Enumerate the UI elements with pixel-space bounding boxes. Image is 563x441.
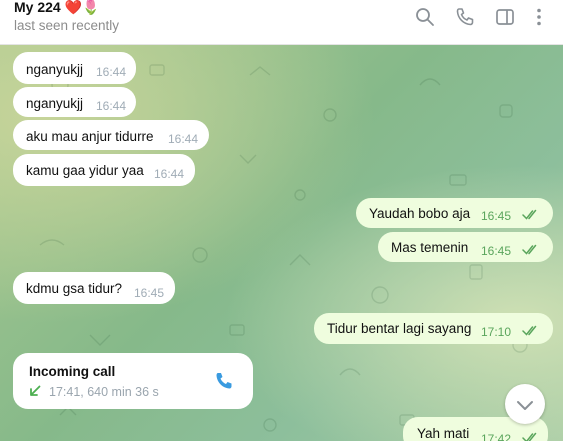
message-text: Yah mati: [417, 426, 470, 441]
message-text: nganyukjj: [26, 62, 84, 77]
incoming-call-card[interactable]: Incoming call 17:41, 640 min 36 s: [13, 353, 253, 409]
message-text: Yaudah bobo aja: [369, 206, 471, 221]
sidebar-toggle-icon[interactable]: [494, 6, 516, 28]
double-check-icon: [522, 244, 537, 255]
double-check-icon: [522, 209, 537, 220]
message-time: 16:44: [96, 65, 127, 79]
chat-header: My 224 ❤️🌷 last seen recently: [0, 0, 563, 45]
message-bubble-incoming[interactable]: kdmu gsa tidur? 16:45: [13, 272, 175, 304]
message-bubble-incoming[interactable]: kamu gaa yidur yaa 16:44: [13, 154, 195, 186]
message-text: nganyukjj: [26, 96, 84, 111]
scroll-to-bottom-button[interactable]: [505, 384, 545, 424]
message-time: 17:42: [481, 432, 512, 441]
chat-title[interactable]: My 224 ❤️🌷: [14, 0, 99, 17]
message-time: 16:44: [154, 167, 185, 181]
message-time: 16:44: [96, 99, 127, 113]
message-time: 17:10: [481, 325, 512, 339]
search-icon[interactable]: [414, 6, 436, 28]
message-time: 16:44: [168, 132, 199, 146]
message-bubble-outgoing[interactable]: Tidur bentar lagi sayang 17:10: [314, 313, 553, 344]
message-time: 16:45: [481, 209, 512, 223]
message-bubble-incoming[interactable]: nganyukjj 16:44: [13, 87, 136, 117]
chat-name: My 224: [14, 0, 61, 15]
chevron-down-icon: [517, 401, 533, 410]
last-seen-status: last seen recently: [14, 18, 120, 33]
message-bubble-outgoing[interactable]: Mas temenin 16:45: [378, 232, 553, 262]
message-text: kamu gaa yidur yaa: [26, 163, 144, 178]
message-text: Tidur bentar lagi sayang: [327, 321, 472, 336]
phone-icon[interactable]: [213, 370, 235, 392]
message-time: 16:45: [481, 244, 512, 258]
more-vertical-icon[interactable]: [528, 6, 550, 28]
message-list[interactable]: nganyukjj 16:44 nganyukjj 16:44 aku mau …: [0, 45, 563, 441]
message-bubble-incoming[interactable]: aku mau anjur tidurre 16:44: [13, 120, 209, 150]
phone-icon[interactable]: [454, 6, 476, 28]
chat-name-emojis: ❤️🌷: [64, 0, 100, 16]
call-details: 17:41, 640 min 36 s: [49, 385, 159, 399]
double-check-icon: [522, 432, 537, 441]
call-title: Incoming call: [29, 364, 116, 379]
message-bubble-outgoing[interactable]: Yaudah bobo aja 16:45: [356, 198, 553, 228]
message-text: kdmu gsa tidur?: [26, 281, 123, 296]
message-text: aku mau anjur tidurre: [26, 129, 154, 144]
message-text: Mas temenin: [391, 240, 469, 255]
message-time: 16:45: [134, 286, 165, 300]
call-received-arrow-icon: [30, 385, 41, 396]
double-check-icon: [522, 325, 537, 336]
message-bubble-incoming[interactable]: nganyukjj 16:44: [13, 52, 136, 84]
